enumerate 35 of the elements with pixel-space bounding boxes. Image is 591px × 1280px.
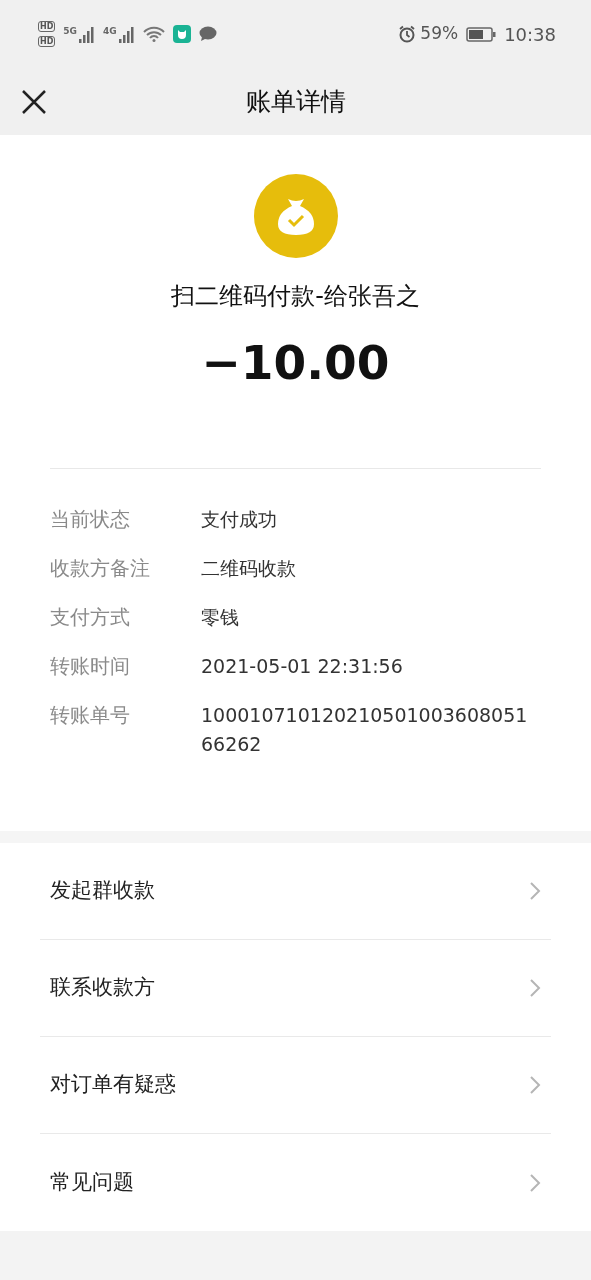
detail-label: 转账单号	[50, 702, 131, 729]
detail-label: 转账时间	[50, 653, 131, 680]
network-type: 4G	[103, 25, 117, 38]
detail-value: 10001071012021050100360805166262	[201, 703, 529, 757]
alarm-clock-icon	[398, 25, 417, 43]
page-title: 账单详情	[245, 85, 346, 118]
detail-label: 收款方备注	[50, 555, 151, 582]
signal-icon	[77, 25, 95, 43]
wifi-icon	[142, 26, 165, 42]
menu-item[interactable]: 发起群收款	[40, 843, 551, 940]
detail-value: 支付成功	[201, 507, 278, 532]
detail-label: 支付方式	[50, 604, 131, 631]
app-icon	[172, 25, 191, 43]
detail-value: 二维码收款	[201, 556, 297, 581]
chevron-right-icon	[529, 978, 541, 998]
battery-percent: 59%	[420, 22, 459, 46]
menu-item[interactable]: 对订单有疑惑	[40, 1037, 551, 1134]
clock-time: 10:38	[504, 22, 556, 47]
detail-value: 2021-05-01 22:31:56	[201, 654, 404, 679]
menu-item[interactable]: 常见问题	[40, 1134, 551, 1231]
detail-label: 当前状态	[50, 506, 131, 533]
menu-item[interactable]: 联系收款方	[40, 940, 551, 1037]
payment-amount: −10.00	[201, 334, 390, 392]
signal-icon	[116, 25, 135, 43]
detail-value: 零钱	[201, 605, 240, 630]
sim-badge: HD	[38, 36, 56, 47]
chevron-right-icon	[529, 881, 541, 901]
sim-badge: HD	[38, 21, 56, 32]
chat-bubble-icon	[198, 26, 217, 42]
battery-icon	[466, 26, 497, 42]
network-type: 5G	[63, 25, 77, 38]
payment-description: 扫二维码付款-给张吾之	[171, 281, 420, 312]
chevron-right-icon	[529, 1075, 541, 1095]
money-bag-icon	[253, 174, 338, 258]
chevron-right-icon	[529, 1172, 541, 1193]
